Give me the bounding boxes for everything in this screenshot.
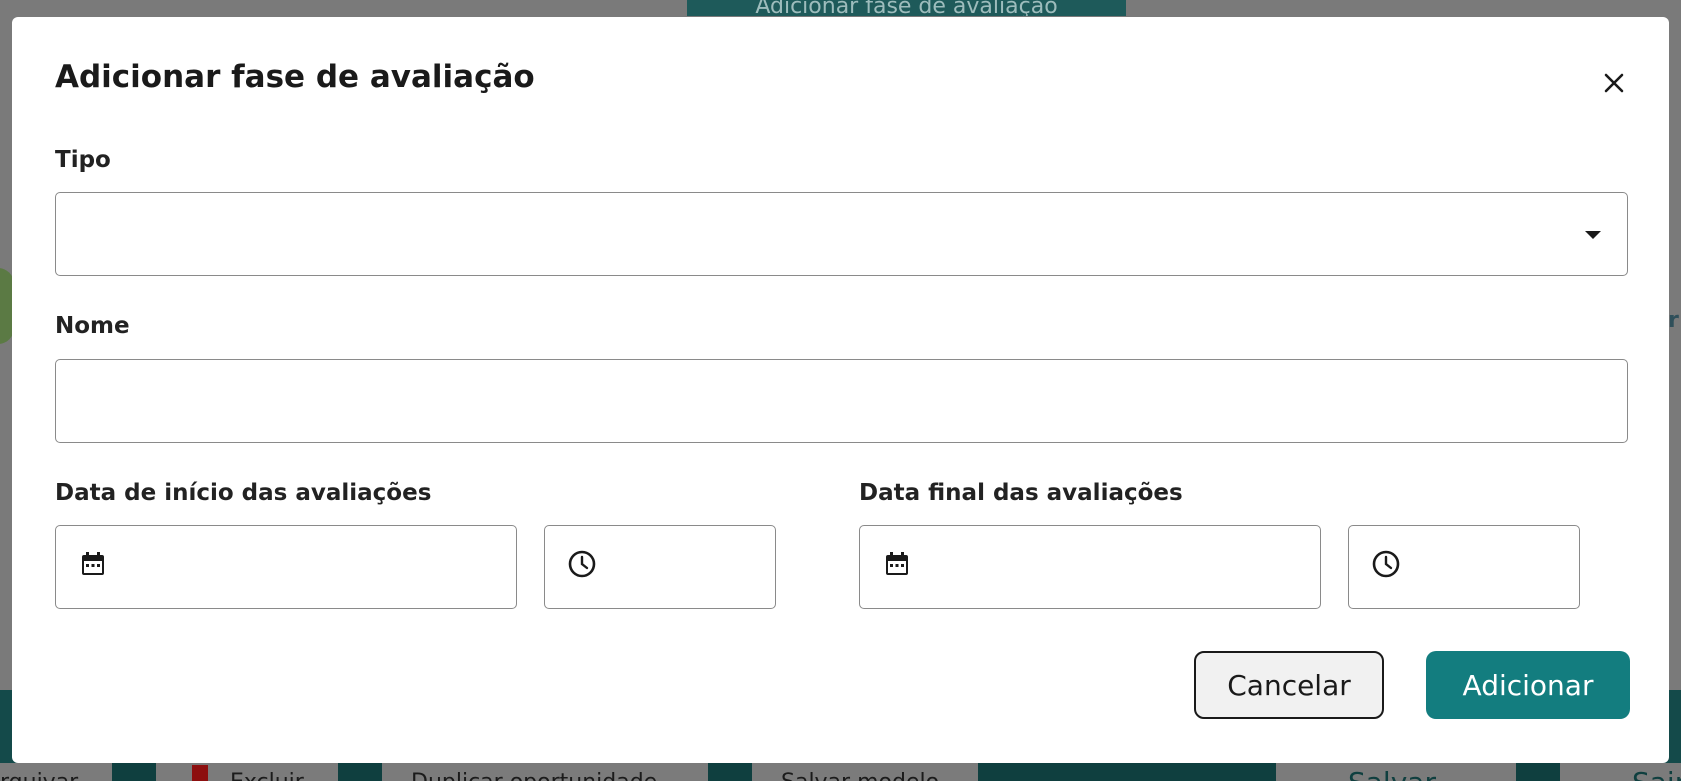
start-date-field[interactable] — [55, 525, 517, 609]
type-select-value[interactable] — [56, 193, 1627, 275]
save-template-button-bg: Salvar modelo — [752, 763, 978, 781]
delete-icon — [192, 765, 208, 781]
type-select[interactable] — [55, 192, 1628, 276]
close-icon — [1604, 73, 1624, 93]
toolbar-divider — [708, 763, 752, 781]
chevron-down-icon — [1585, 231, 1601, 239]
end-time-field[interactable] — [1348, 525, 1580, 609]
end-date-field[interactable] — [859, 525, 1321, 609]
clock-icon — [568, 550, 596, 578]
toolbar-divider — [112, 763, 156, 781]
duplicate-button-bg: Duplicar oportunidade — [382, 763, 708, 781]
name-input[interactable] — [56, 360, 1627, 442]
cancel-button[interactable]: Cancelar — [1194, 651, 1384, 719]
background-header-button: Adicionar fase de avaliação — [687, 0, 1126, 16]
delete-button-bg: Excluir — [156, 763, 338, 781]
clock-icon — [1372, 550, 1400, 578]
toolbar-divider — [338, 763, 382, 781]
close-button[interactable] — [1598, 67, 1630, 99]
add-button[interactable]: Adicionar — [1426, 651, 1630, 719]
end-date-input[interactable] — [860, 526, 1320, 608]
calendar-icon — [886, 552, 908, 575]
background-text-fragment: r — [1668, 308, 1679, 333]
start-date-label: Data de início das avaliações — [55, 480, 432, 506]
background-toolbar: rquivar Excluir Duplicar oportunidade Sa… — [0, 763, 1681, 781]
save-button-bg: Salvar — [1276, 763, 1516, 781]
toolbar-divider — [1516, 763, 1560, 781]
end-date-label: Data final das avaliações — [859, 480, 1183, 506]
add-evaluation-phase-dialog: Adicionar fase de avaliação Tipo Nome Da… — [12, 17, 1669, 763]
name-label: Nome — [55, 313, 130, 339]
archive-button-bg: rquivar — [0, 763, 112, 781]
dialog-title: Adicionar fase de avaliação — [55, 59, 535, 95]
start-date-input[interactable] — [56, 526, 516, 608]
exit-button-bg: Sair — [1560, 763, 1681, 781]
name-field[interactable] — [55, 359, 1628, 443]
start-time-field[interactable] — [544, 525, 776, 609]
calendar-icon — [82, 552, 104, 575]
toolbar-spacer — [978, 763, 1276, 781]
type-label: Tipo — [55, 147, 111, 173]
